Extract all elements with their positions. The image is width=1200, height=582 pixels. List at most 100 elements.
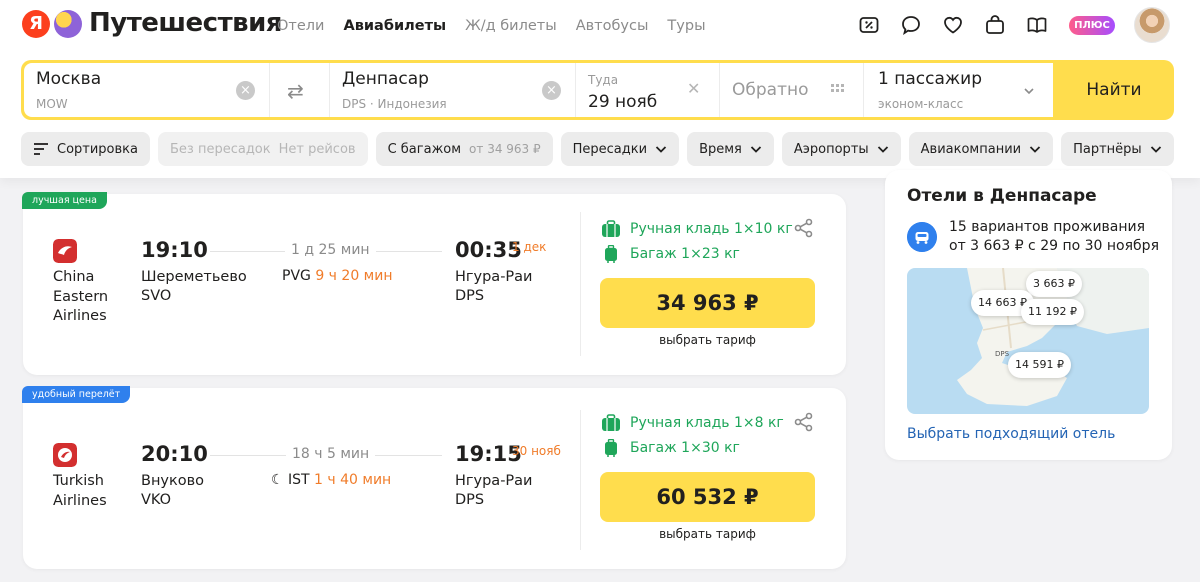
transfers-filter[interactable]: Пересадки: [560, 132, 680, 166]
depart-date-field[interactable]: Туда 29 нояб ✕: [576, 63, 719, 117]
transfer-code: IST: [288, 472, 310, 488]
time-label: Время: [699, 141, 742, 157]
choose-tariff-link[interactable]: выбрать тариф: [600, 527, 815, 541]
sort-icon: [34, 143, 48, 155]
depart-time: 19:10: [141, 238, 208, 262]
calendar-icon: [831, 84, 844, 92]
arrive-date: 30 нояб: [512, 444, 561, 458]
globe-logo-icon[interactable]: [54, 10, 82, 38]
hand-luggage-row: Ручная кладь 1×10 кг: [601, 220, 793, 238]
depart-code: SVO: [141, 288, 172, 304]
nonstop-filter[interactable]: Без пересадок Нет рейсов: [158, 132, 368, 166]
nav-trains[interactable]: Ж/д билеты: [465, 18, 557, 34]
chat-bubble-icon[interactable]: [900, 14, 922, 36]
baggage-row: Багаж 1×23 кг: [601, 245, 740, 263]
suitcase-icon: [605, 245, 617, 263]
to-city: Денпасар: [342, 69, 429, 89]
sort-button[interactable]: Сортировка: [21, 132, 150, 166]
plus-badge[interactable]: ПЛЮС: [1069, 16, 1115, 35]
divider: [269, 63, 270, 117]
chevron-down-icon: [1024, 88, 1034, 95]
baggage-filter-price: от 34 963 ₽: [469, 142, 541, 156]
card-divider: [580, 410, 581, 550]
suitcase-icon: [605, 439, 617, 457]
map-price-pin[interactable]: 14 591 ₽: [1008, 352, 1071, 378]
arrive-date: 1 дек: [512, 240, 547, 254]
user-avatar[interactable]: [1134, 7, 1170, 43]
airports-filter[interactable]: Аэропорты: [781, 132, 901, 166]
find-button[interactable]: Найти: [1057, 63, 1171, 117]
flight-card[interactable]: удобный перелёт Turkish Airlines 20:10 В…: [22, 386, 846, 569]
hand-luggage-icon: [602, 414, 620, 431]
choose-tariff-link[interactable]: выбрать тариф: [600, 333, 815, 347]
depart-airport: Внуково: [141, 473, 205, 489]
arrive-airport: Нгура-Раи: [455, 269, 533, 285]
depart-time: 20:10: [141, 442, 208, 466]
card-divider: [580, 212, 581, 356]
price-button[interactable]: 34 963 ₽: [600, 278, 815, 328]
transfer-code: PVG: [282, 268, 311, 284]
bag-icon[interactable]: [984, 14, 1006, 36]
hotels-summary: 15 вариантов проживания от 3 663 ₽ с 29 …: [949, 219, 1159, 254]
baggage-filter[interactable]: С багажом от 34 963 ₽: [375, 132, 553, 166]
hand-luggage-row: Ручная кладь 1×8 кг: [601, 414, 784, 432]
swap-direction-icon[interactable]: ⇄: [287, 79, 304, 103]
airline-name: Turkish Airlines: [53, 473, 107, 509]
airline-name: China Eastern Airlines: [53, 269, 109, 324]
hotels-panel: Отели в Денпасаре 15 вариантов проживани…: [885, 170, 1172, 460]
heart-icon[interactable]: [942, 14, 964, 36]
percent-tag-icon[interactable]: [858, 14, 880, 36]
nav-tours[interactable]: Туры: [667, 18, 705, 34]
airlines-label: Авиакомпании: [920, 141, 1022, 157]
price-button[interactable]: 60 532 ₽: [600, 472, 815, 522]
hand-luggage-label: Ручная кладь 1×10 кг: [630, 221, 793, 237]
nav-buses[interactable]: Автобусы: [576, 18, 649, 34]
book-icon[interactable]: [1026, 14, 1048, 36]
depart-value: 29 нояб: [588, 92, 658, 112]
yandex-logo[interactable]: Я: [22, 10, 50, 38]
airlines-filter[interactable]: Авиакомпании: [908, 132, 1054, 166]
brand-title[interactable]: Путешествия: [89, 8, 283, 38]
chevron-down-icon: [1029, 146, 1041, 153]
clear-to-icon[interactable]: ×: [542, 81, 561, 100]
choose-hotel-link[interactable]: Выбрать подходящий отель: [907, 426, 1115, 442]
transfer-info: ☾ IST 1 ч 40 мин: [271, 472, 391, 488]
transfer-wait: 9 ч 20 мин: [315, 268, 393, 284]
flight-card[interactable]: лучшая цена China Eastern Airlines 19:10…: [22, 192, 846, 375]
to-subtitle: DPS · Индонезия: [342, 97, 447, 111]
partners-label: Партнёры: [1073, 141, 1142, 157]
from-code: MOW: [36, 97, 68, 111]
clear-from-icon[interactable]: ×: [236, 81, 255, 100]
nav-hotels[interactable]: Отели: [277, 18, 324, 34]
transfer-info: PVG 9 ч 20 мин: [282, 268, 393, 284]
share-icon[interactable]: [794, 412, 814, 432]
turkish-airlines-logo-icon: [53, 443, 77, 467]
map-airport-label: DPS: [995, 350, 1010, 358]
return-date-field[interactable]: Обратно: [720, 63, 863, 117]
hand-luggage-label: Ручная кладь 1×8 кг: [630, 415, 784, 431]
time-filter[interactable]: Время: [687, 132, 774, 166]
baggage-label: Багаж 1×30 кг: [630, 440, 740, 456]
map-price-pin[interactable]: 11 192 ₽: [1021, 299, 1084, 325]
map-price-pin[interactable]: 3 663 ₽: [1026, 271, 1082, 297]
passengers-field[interactable]: 1 пассажир эконом-класс: [864, 63, 1053, 117]
filters-bar: Сортировка Без пересадок Нет рейсов С ба…: [21, 132, 1174, 166]
main-nav: Отели Авиабилеты Ж/д билеты Автобусы Тур…: [277, 18, 706, 34]
chevron-down-icon: [750, 146, 762, 153]
nav-flights[interactable]: Авиабилеты: [343, 18, 446, 34]
clear-date-icon[interactable]: ✕: [687, 79, 700, 98]
nonstop-label: Без пересадок: [170, 141, 271, 157]
partners-filter[interactable]: Партнёры: [1061, 132, 1174, 166]
header-icons: [858, 14, 1048, 36]
cabin-class: эконом-класс: [878, 97, 964, 111]
flight-duration: 1 д 25 мин: [285, 242, 376, 258]
from-city: Москва: [36, 69, 102, 89]
arrive-airport: Нгура-Раи: [455, 473, 533, 489]
share-icon[interactable]: [794, 218, 814, 238]
hotels-map[interactable]: DPS 3 663 ₽ 14 663 ₽ 11 192 ₽ 14 591 ₽: [907, 268, 1149, 414]
passengers-count: 1 пассажир: [878, 69, 983, 89]
to-field[interactable]: Денпасар DPS · Индонезия ×: [330, 63, 575, 117]
arrive-code: DPS: [455, 288, 485, 304]
from-field[interactable]: Москва MOW ×: [24, 63, 269, 117]
transfers-label: Пересадки: [572, 141, 648, 157]
